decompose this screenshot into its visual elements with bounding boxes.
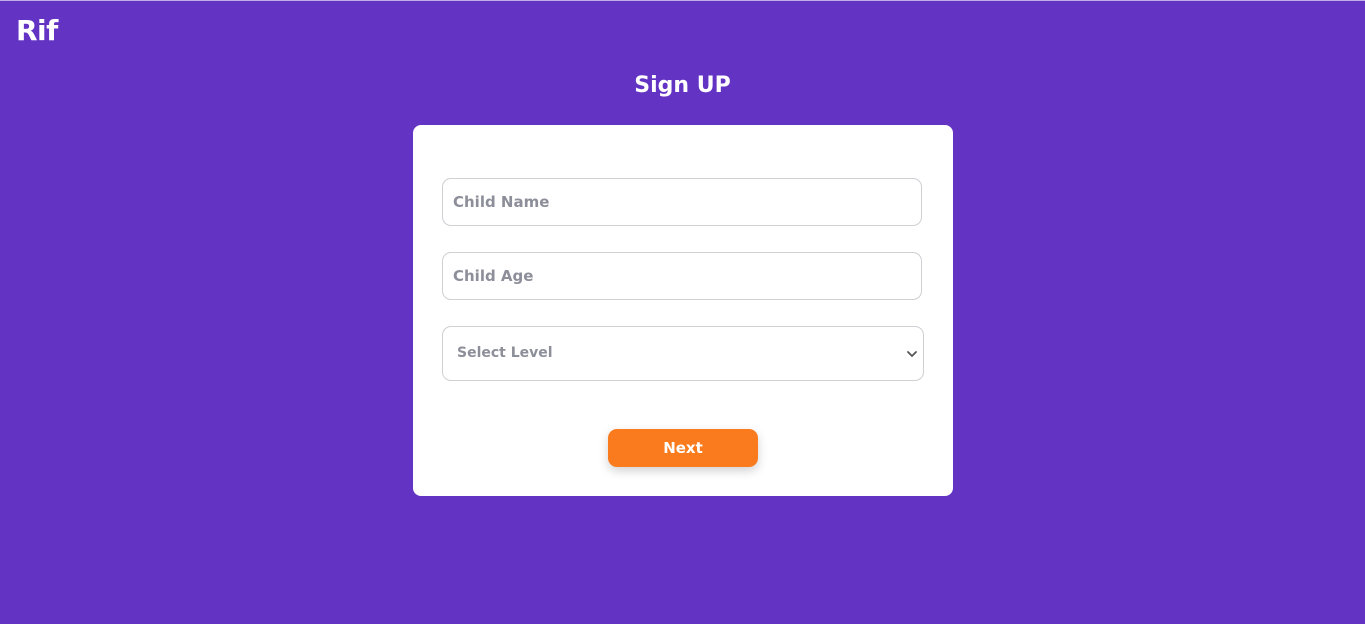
next-button[interactable]: Next <box>608 429 758 467</box>
top-border <box>0 0 1365 1</box>
level-select-value: Select Level <box>457 345 553 361</box>
app-logo[interactable]: Rif <box>16 13 58 49</box>
signup-card: Select Level Next <box>413 125 953 496</box>
page-title: Sign UP <box>634 73 731 98</box>
child-age-input[interactable] <box>442 252 922 300</box>
child-name-input[interactable] <box>442 178 922 226</box>
chevron-down-icon <box>905 346 919 360</box>
level-select[interactable]: Select Level <box>442 326 924 381</box>
